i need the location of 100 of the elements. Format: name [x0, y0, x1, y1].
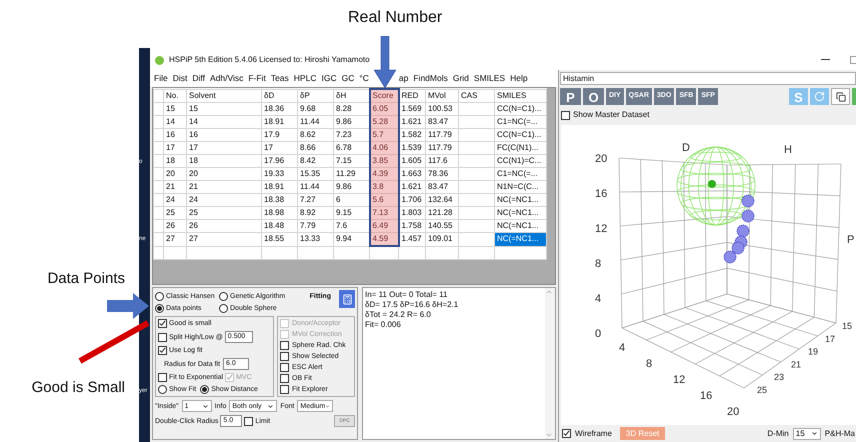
menu-item[interactable]: ap [398, 72, 408, 85]
menu-item[interactable]: F-Fit [248, 72, 266, 85]
table-cell: 18.36 [262, 102, 298, 116]
checkbox[interactable] [158, 373, 167, 382]
table-cell: N1N=C(C... [494, 180, 546, 194]
table-cell: CC(N1)=C... [494, 154, 546, 168]
column-header[interactable]: δP [298, 89, 334, 102]
tool-button[interactable]: O [583, 88, 604, 105]
menu-item[interactable]: FindMols [413, 72, 448, 85]
table-cell: 15 [186, 102, 262, 116]
chevron-down-icon [810, 430, 818, 437]
dropdown[interactable]: 15 [792, 428, 821, 440]
column-header[interactable]: RED [398, 89, 426, 102]
table-cell: NC(=NC1... [494, 194, 546, 206]
radio-button[interactable] [219, 292, 228, 301]
column-header[interactable]: No. [164, 89, 186, 102]
output-line: δTot = 24.2 R= 6.0 [365, 310, 432, 320]
minimize-icon[interactable] [821, 59, 830, 61]
table-cell: 18.98 [262, 206, 298, 220]
tick-label: 21 [791, 359, 802, 370]
table-cell: 1.758 [398, 220, 426, 232]
checkbox[interactable] [280, 374, 289, 383]
menu-item[interactable]: File [154, 72, 168, 85]
column-header[interactable]: SMILES [494, 89, 546, 102]
tick-label: 0 [595, 328, 602, 340]
menu-item[interactable]: IGC [321, 72, 337, 85]
annotation-label: Good is Small [32, 378, 125, 398]
column-header[interactable]: Solvent [186, 89, 262, 102]
table-cell: NC(=NC1... [494, 232, 546, 246]
radio-button[interactable] [219, 304, 228, 313]
chevron-down-icon [267, 402, 274, 410]
menu-item[interactable]: °C [359, 72, 369, 85]
table-cell: 20 [164, 168, 186, 180]
window-title: HSPiP 5th Edition 5.4.06 Licensed to: Hiroshi Yamamoto [169, 54, 370, 66]
table-cell [458, 180, 494, 194]
menu-item[interactable]: Help [510, 72, 528, 85]
radio-button[interactable] [155, 304, 164, 313]
checkbox[interactable] [158, 332, 167, 342]
menu-item[interactable]: Teas [270, 72, 289, 85]
radio-button[interactable] [200, 385, 210, 394]
checkbox[interactable] [225, 373, 234, 382]
column-header[interactable]: MVol [426, 89, 458, 102]
table-cell: C1=NC(=... [494, 116, 546, 128]
tick-label: 4 [619, 342, 626, 354]
rotate-icon [814, 91, 825, 102]
tick-label: 8 [595, 258, 602, 270]
table-cell: 18.91 [262, 116, 298, 128]
table-cell: 1.582 [398, 128, 426, 142]
column-header[interactable]: CAS [458, 89, 494, 102]
table-cell: 17 [262, 142, 298, 154]
checkbox[interactable] [244, 416, 254, 426]
checkbox[interactable] [158, 346, 167, 355]
table-cell [458, 168, 494, 180]
checkbox[interactable] [280, 341, 289, 350]
table-cell: 117.6 [426, 154, 458, 168]
menu-item[interactable]: Dist [172, 72, 188, 85]
tool-button[interactable]: P [560, 88, 581, 105]
menu-item[interactable]: Diff [192, 72, 205, 85]
table-cell [458, 102, 494, 116]
table-cell: 18 [164, 154, 186, 168]
table-cell: 1.621 [398, 116, 426, 128]
table-cell [458, 154, 494, 168]
checkbox[interactable] [562, 429, 571, 438]
checkbox[interactable] [280, 385, 289, 394]
checkbox[interactable] [280, 352, 289, 361]
table-cell: 5.7 [370, 128, 398, 142]
annotation-arrow [107, 293, 149, 319]
dataset-field[interactable]: Histamin [560, 72, 856, 85]
radio-button[interactable] [158, 385, 167, 394]
table-cell: 21 [164, 180, 186, 194]
axis-label: H [784, 144, 792, 156]
table-cell: NC(=NC1... [494, 206, 546, 220]
table-cell: 121.28 [426, 206, 458, 220]
table-cell: CC(N=C1)... [494, 102, 546, 116]
annotation-label: Real Number [348, 8, 442, 28]
checkbox[interactable] [280, 363, 289, 372]
calculator-button[interactable] [339, 290, 355, 308]
checkbox[interactable] [158, 319, 167, 328]
table-cell: 1.605 [398, 154, 426, 168]
tick-label: 12 [595, 223, 608, 235]
table-cell: 24 [164, 194, 186, 206]
table-cell: 26 [186, 220, 262, 232]
menu-item[interactable]: GC [342, 72, 354, 85]
table-cell: 16 [186, 128, 262, 142]
copy-button[interactable] [831, 88, 850, 105]
tick-label: 4 [595, 293, 602, 305]
menu-item[interactable]: Grid [452, 72, 469, 85]
table-cell: 25 [186, 206, 262, 220]
menu-item[interactable]: Adh/Visc [210, 72, 244, 85]
radio-button[interactable] [155, 292, 164, 301]
table-cell: 7.13 [370, 206, 398, 220]
table-cell: 109.01 [426, 232, 458, 246]
table-cell: 18.38 [262, 194, 298, 206]
column-header[interactable]: δD [262, 89, 298, 102]
output-line: δD= 17.5 δP=16.6 δH=2.1 [365, 300, 460, 310]
menu-item[interactable]: SMILES [474, 72, 506, 85]
maximize-icon[interactable] [850, 56, 856, 64]
checkbox[interactable] [561, 110, 570, 120]
column-header[interactable]: Score [370, 89, 398, 102]
menu-item[interactable]: HPLC [294, 72, 316, 85]
